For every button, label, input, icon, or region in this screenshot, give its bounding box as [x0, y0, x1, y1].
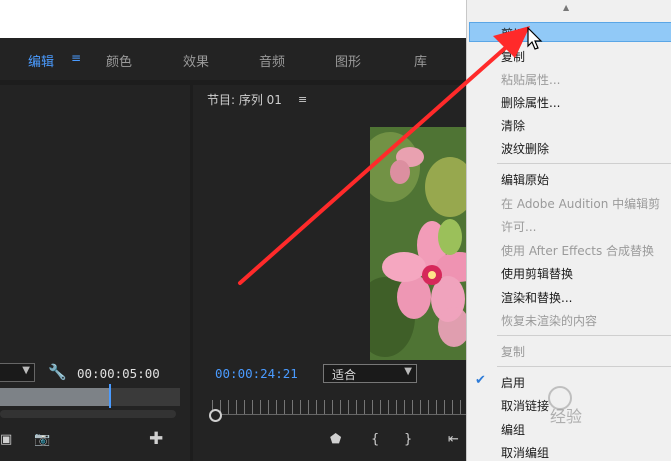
annotation-arrow-icon: [238, 26, 530, 285]
mouse-cursor-icon: [527, 27, 543, 50]
